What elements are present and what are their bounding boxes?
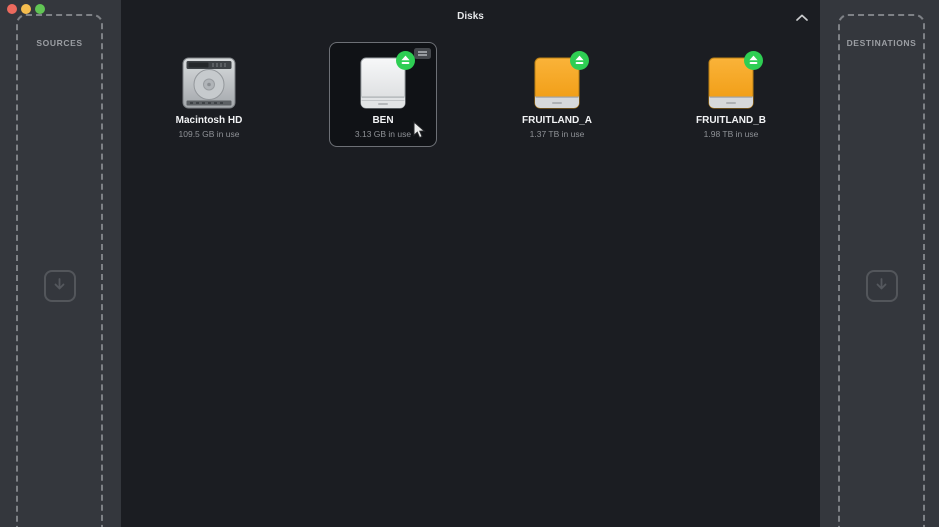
mouse-cursor (413, 121, 426, 144)
external-drive-icon (360, 57, 406, 110)
sources-label: SOURCES (18, 38, 101, 48)
sources-add-button[interactable] (44, 270, 76, 302)
eject-icon[interactable] (744, 51, 763, 70)
destinations-panel: DESTINATIONS (820, 0, 939, 527)
disk-tile-fruitland-a[interactable]: FRUITLAND_A 1.37 TB in use (503, 42, 611, 147)
disks-title: Disks (457, 11, 484, 22)
disk-tile-macintosh-hd[interactable]: Macintosh HD 109.5 GB in use (155, 42, 263, 147)
close-button[interactable] (7, 4, 17, 14)
window-controls (7, 4, 45, 14)
disk-usage: 1.37 TB in use (530, 129, 585, 139)
disk-usage: 1.98 TB in use (704, 129, 759, 139)
down-arrow-icon (874, 277, 889, 295)
eject-icon[interactable] (570, 51, 589, 70)
sources-dropzone[interactable]: SOURCES (16, 14, 103, 527)
external-drive-icon (708, 57, 754, 110)
destinations-label: DESTINATIONS (840, 38, 923, 48)
eject-icon[interactable] (396, 51, 415, 70)
chevron-up-icon (795, 10, 809, 25)
disk-grid: Macintosh HD 109.5 GB in use (155, 42, 785, 147)
disk-name: BEN (372, 115, 393, 126)
zoom-button[interactable] (35, 4, 45, 14)
disk-name: FRUITLAND_B (696, 115, 766, 126)
destinations-dropzone[interactable]: DESTINATIONS (838, 14, 925, 527)
disk-name: Macintosh HD (176, 115, 243, 126)
tile-menu-icon[interactable] (414, 48, 431, 59)
external-drive-icon (534, 57, 580, 110)
disk-tile-fruitland-b[interactable]: FRUITLAND_B 1.98 TB in use (677, 42, 785, 147)
sources-panel: SOURCES (0, 0, 121, 527)
collapse-section-button[interactable] (794, 10, 810, 22)
destinations-add-button[interactable] (866, 270, 898, 302)
down-arrow-icon (52, 277, 67, 295)
disks-header: Disks (121, 0, 820, 32)
app-window: SOURCES Disks (0, 0, 939, 527)
internal-drive-icon (182, 57, 236, 110)
disk-usage: 109.5 GB in use (179, 129, 240, 139)
disk-tile-ben[interactable]: BEN 3.13 GB in use (329, 42, 437, 147)
disks-section: Disks (121, 0, 820, 527)
disk-usage: 3.13 GB in use (355, 129, 411, 139)
minimize-button[interactable] (21, 4, 31, 14)
disk-name: FRUITLAND_A (522, 115, 592, 126)
